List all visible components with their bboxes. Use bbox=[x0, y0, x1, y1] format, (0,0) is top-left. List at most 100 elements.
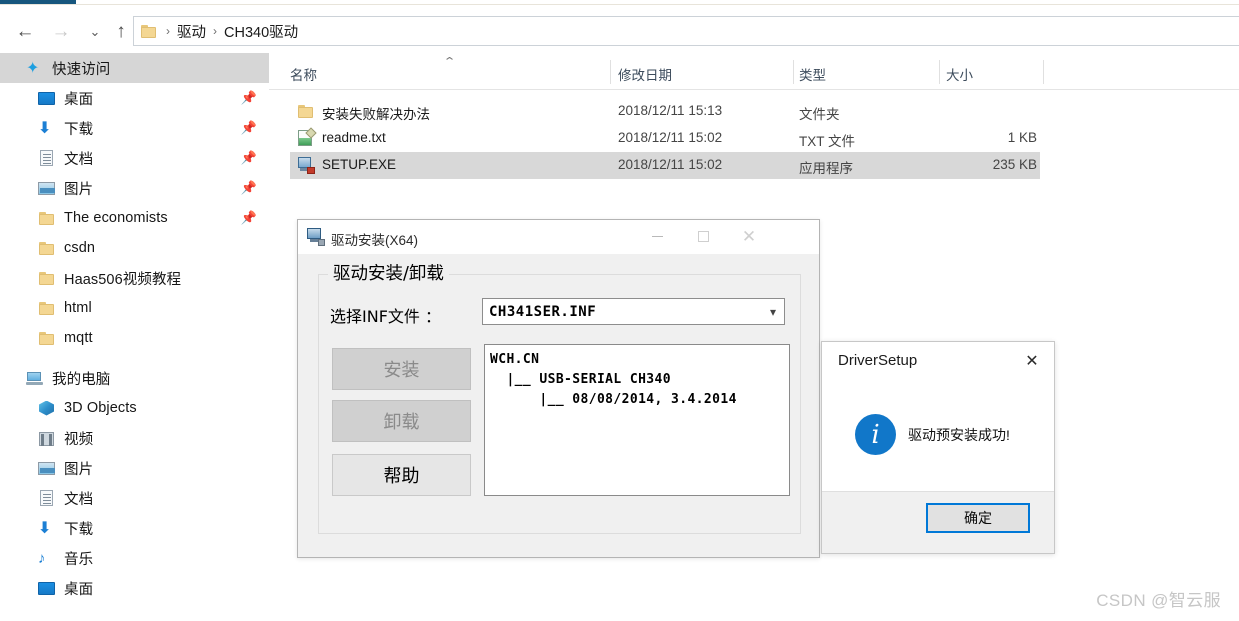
sidebar-item-music[interactable]: ♪ 音乐 bbox=[0, 543, 269, 573]
up-icon[interactable]: ↑ bbox=[108, 19, 134, 43]
column-divider[interactable] bbox=[610, 60, 611, 84]
message-text: 驱动预安装成功! bbox=[908, 427, 1010, 443]
breadcrumb[interactable]: › 驱动 › CH340驱动 bbox=[133, 16, 1239, 46]
cell-name: 安装失败解决办法 bbox=[322, 107, 430, 122]
log-line: |__ USB-SERIAL CH340 bbox=[490, 372, 671, 387]
minimize-icon[interactable] bbox=[634, 220, 680, 253]
folder-icon bbox=[141, 24, 156, 38]
cell-name: readme.txt bbox=[322, 130, 386, 145]
cell-size: 235 KB bbox=[992, 157, 1037, 172]
sidebar-item-pictures[interactable]: 图片 📌 bbox=[0, 173, 269, 203]
sidebar-item-pictures-pc[interactable]: 图片 bbox=[0, 453, 269, 483]
table-row[interactable]: 安装失败解决办法 2018/12/11 15:13 文件夹 bbox=[269, 98, 1239, 125]
help-button[interactable]: 帮助 bbox=[332, 454, 471, 496]
sidebar-item-label: 快速访问 bbox=[52, 61, 111, 78]
maximize-icon[interactable] bbox=[680, 220, 726, 253]
sidebar-item-mqtt[interactable]: mqtt bbox=[0, 323, 269, 353]
install-button[interactable]: 安装 bbox=[332, 348, 471, 390]
sidebar-item-documents-pc[interactable]: 文档 bbox=[0, 483, 269, 513]
pin-icon[interactable]: 📌 bbox=[241, 150, 257, 166]
sidebar-item-downloads[interactable]: ⬇ 下载 📌 bbox=[0, 113, 269, 143]
sidebar-item-label: Haas506视频教程 bbox=[64, 271, 182, 288]
column-header-date[interactable]: 修改日期 bbox=[618, 64, 672, 84]
column-header-name[interactable]: 名称 bbox=[290, 64, 317, 84]
sidebar-item-3d-objects[interactable]: 3D Objects bbox=[0, 393, 269, 423]
cell-size: 1 KB bbox=[1007, 130, 1037, 145]
sidebar-item-label: html bbox=[64, 300, 92, 316]
dialog-title-bar[interactable]: 驱动安装(X64) ✕ bbox=[298, 220, 819, 254]
back-icon[interactable]: ← bbox=[12, 19, 38, 43]
folder-icon bbox=[38, 240, 55, 257]
sidebar-item-label: 我的电脑 bbox=[52, 371, 111, 388]
navigation-bar: ← → ⌄ ↑ › 驱动 › CH340驱动 bbox=[0, 5, 1239, 53]
videos-icon bbox=[38, 430, 55, 447]
driver-setup-icon bbox=[306, 228, 325, 246]
star-pin-icon: ✦ bbox=[26, 59, 40, 77]
column-divider[interactable] bbox=[1043, 60, 1044, 84]
column-header-type[interactable]: 类型 bbox=[799, 64, 826, 84]
folder-icon bbox=[297, 103, 315, 120]
sidebar-item-haas506[interactable]: Haas506视频教程 bbox=[0, 263, 269, 293]
table-row[interactable]: readme.txt 2018/12/11 15:02 TXT 文件 1 KB bbox=[269, 125, 1239, 152]
install-button-label: 安装 bbox=[383, 360, 420, 381]
cell-type: TXT 文件 bbox=[799, 134, 856, 149]
document-icon bbox=[38, 149, 55, 167]
close-icon[interactable]: ✕ bbox=[1016, 348, 1048, 374]
message-box-body: i 驱动预安装成功! bbox=[822, 388, 1054, 492]
sidebar-item-desktop-pc[interactable]: 桌面 bbox=[0, 573, 269, 603]
desktop-icon bbox=[38, 580, 55, 597]
cell-date: 2018/12/11 15:02 bbox=[618, 130, 723, 145]
ok-button[interactable]: 确定 bbox=[926, 503, 1030, 533]
column-divider[interactable] bbox=[939, 60, 940, 84]
pin-icon[interactable]: 📌 bbox=[241, 180, 257, 196]
sidebar-item-documents[interactable]: 文档 📌 bbox=[0, 143, 269, 173]
download-icon: ⬇ bbox=[38, 119, 52, 137]
driver-install-dialog: 驱动安装(X64) ✕ 驱动安装/卸载 选择INF文件 ： CH341SER.I… bbox=[297, 219, 820, 558]
sidebar-item-html[interactable]: html bbox=[0, 293, 269, 323]
log-line: |__ 08/08/2014, 3.4.2014 bbox=[490, 392, 737, 407]
forward-icon[interactable]: → bbox=[48, 19, 74, 43]
chevron-down-icon[interactable]: ▾ bbox=[770, 305, 776, 319]
cell-type: 应用程序 bbox=[799, 161, 853, 176]
uninstall-button[interactable]: 卸载 bbox=[332, 400, 471, 442]
close-icon[interactable]: ✕ bbox=[726, 220, 772, 253]
sidebar-item-csdn[interactable]: csdn bbox=[0, 233, 269, 263]
sidebar-item-videos[interactable]: 视频 bbox=[0, 423, 269, 453]
sidebar-item-label: 图片 bbox=[64, 181, 94, 198]
sidebar-item-downloads-pc[interactable]: ⬇ 下载 bbox=[0, 513, 269, 543]
pin-icon[interactable]: 📌 bbox=[241, 90, 257, 106]
text-file-icon bbox=[297, 127, 317, 147]
sidebar-item-label: 3D Objects bbox=[64, 400, 137, 416]
pin-icon[interactable]: 📌 bbox=[241, 120, 257, 136]
application-icon bbox=[297, 157, 315, 174]
inf-file-select[interactable]: CH341SER.INF ▾ bbox=[482, 298, 785, 325]
sidebar-item-this-pc[interactable]: 我的电脑 bbox=[0, 363, 269, 393]
folder-icon bbox=[38, 210, 55, 227]
sort-ascending-icon: ⌃ bbox=[442, 56, 457, 68]
ok-button-label: 确定 bbox=[964, 510, 992, 526]
document-icon bbox=[38, 489, 55, 507]
sidebar-item-quick-access[interactable]: ✦ 快速访问 bbox=[0, 53, 269, 83]
file-explorer-window: ← → ⌄ ↑ › 驱动 › CH340驱动 ✦ 快速访问 桌面 📌 ⬇ 下载 bbox=[0, 0, 1239, 621]
pin-icon[interactable]: 📌 bbox=[241, 210, 257, 226]
uninstall-button-label: 卸载 bbox=[383, 412, 420, 433]
message-box-footer: 确定 bbox=[822, 491, 1054, 553]
folder-icon bbox=[38, 300, 55, 317]
music-icon: ♪ bbox=[38, 549, 46, 567]
pictures-icon bbox=[38, 180, 55, 197]
sidebar-item-label: 桌面 bbox=[64, 91, 94, 108]
info-icon: i bbox=[855, 414, 896, 455]
breadcrumb-item-0[interactable]: 驱动 bbox=[177, 21, 206, 42]
recent-locations-chevron-down-icon[interactable]: ⌄ bbox=[82, 19, 108, 43]
dialog-title: 驱动安装(X64) bbox=[331, 233, 419, 248]
breadcrumb-item-1[interactable]: CH340驱动 bbox=[224, 21, 298, 42]
watermark: CSDN @智云服 bbox=[1096, 591, 1221, 610]
sidebar-item-label: 下载 bbox=[64, 121, 94, 138]
table-row[interactable]: SETUP.EXE 2018/12/11 15:02 应用程序 235 KB bbox=[269, 152, 1239, 179]
navigation-pane: ✦ 快速访问 桌面 📌 ⬇ 下载 📌 文档 📌 图片 📌 The economi… bbox=[0, 53, 269, 621]
column-divider[interactable] bbox=[793, 60, 794, 84]
sidebar-item-the-economists[interactable]: The economists 📌 bbox=[0, 203, 269, 233]
column-header-size[interactable]: 大小 bbox=[946, 64, 973, 84]
help-button-label: 帮助 bbox=[383, 466, 420, 487]
sidebar-item-desktop[interactable]: 桌面 📌 bbox=[0, 83, 269, 113]
